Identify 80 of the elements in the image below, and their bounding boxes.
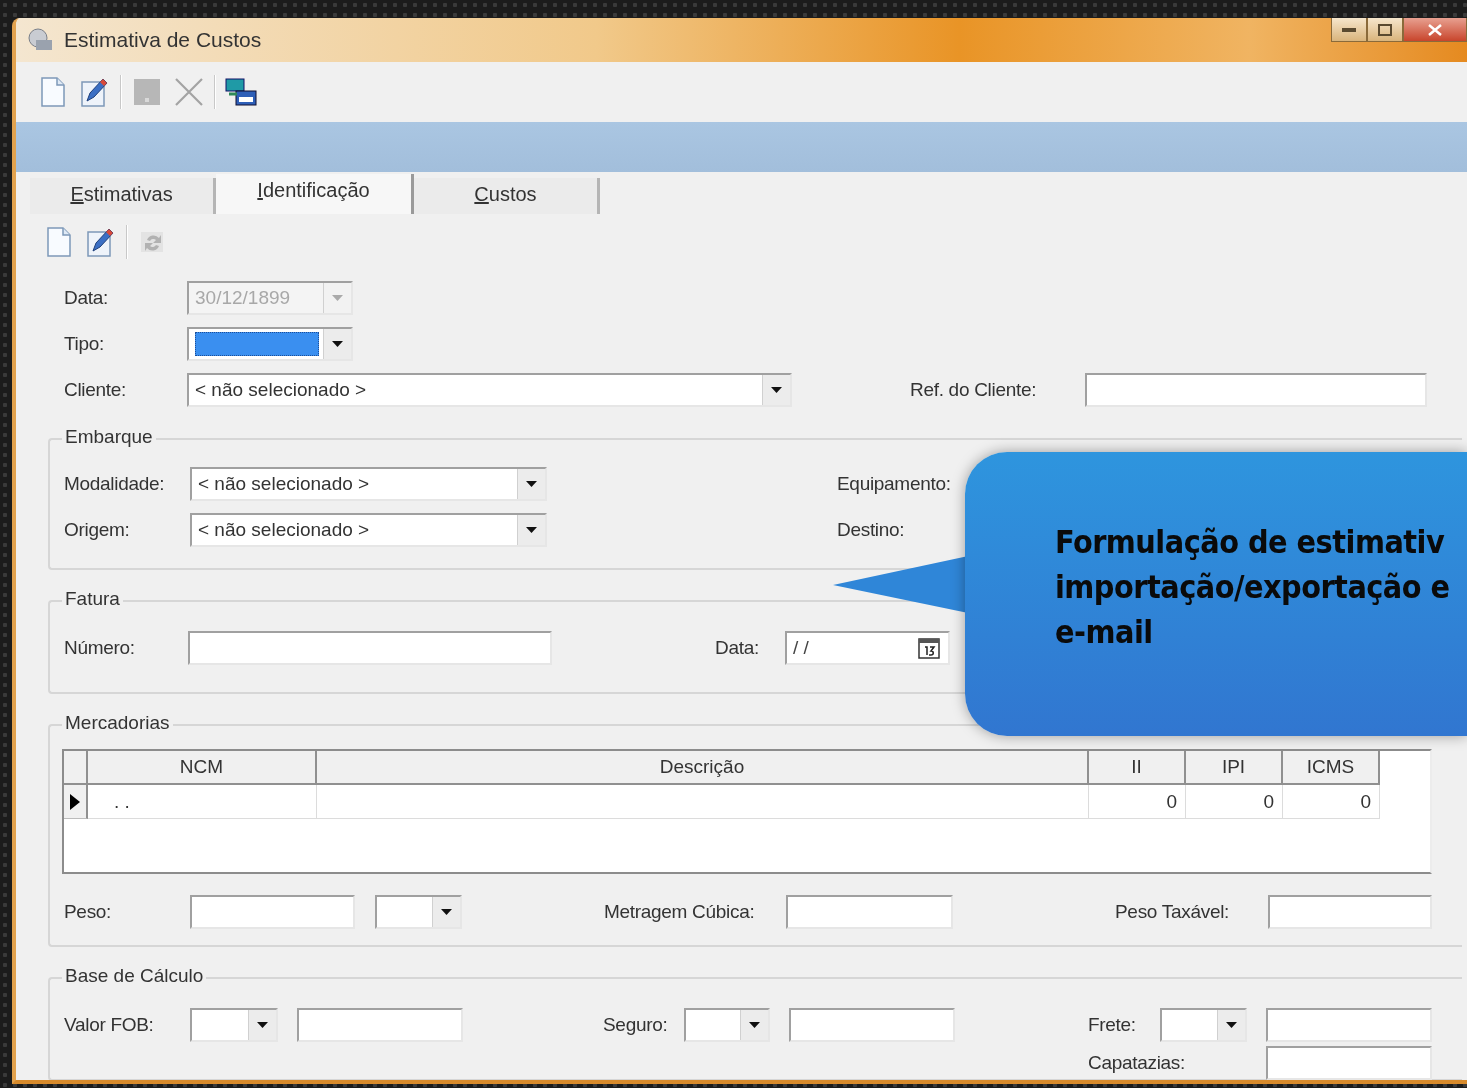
- tab[interactable]: Custos: [414, 178, 600, 214]
- field-label: Frete:: [1088, 1014, 1137, 1036]
- field-label: Peso:: [64, 901, 113, 923]
- input-field[interactable]: [786, 895, 953, 929]
- edit-icon: [87, 227, 115, 257]
- table-cell: . .: [88, 785, 317, 819]
- dropdown-field[interactable]: [187, 327, 353, 361]
- column-header[interactable]: NCM: [88, 751, 317, 785]
- caret-icon: [1226, 1022, 1237, 1028]
- dropdown-button[interactable]: [740, 1010, 768, 1040]
- table-cell: 0: [1089, 785, 1186, 819]
- dropdown-field[interactable]: [190, 1008, 278, 1042]
- column-header[interactable]: Descrição: [317, 751, 1089, 785]
- caret-icon: [441, 909, 452, 915]
- table-cell: 0: [1283, 785, 1380, 819]
- dropdown-field[interactable]: < não selecionado >: [190, 513, 547, 547]
- field-label: Seguro:: [603, 1014, 669, 1036]
- close-button[interactable]: [1403, 18, 1467, 42]
- field-label: Peso Taxável:: [1115, 901, 1231, 923]
- dropdown-button[interactable]: [517, 515, 545, 545]
- minimize-button[interactable]: [1331, 18, 1367, 42]
- maximize-button[interactable]: [1367, 18, 1403, 42]
- input-field[interactable]: [297, 1008, 463, 1042]
- dropdown-button[interactable]: [762, 375, 790, 405]
- field-label: Destino:: [837, 519, 906, 541]
- field-label: Capatazias:: [1088, 1052, 1187, 1074]
- delete-icon: [174, 77, 204, 107]
- field-label: Data:: [64, 287, 109, 309]
- column-header[interactable]: II: [1089, 751, 1186, 785]
- dropdown-field[interactable]: [375, 895, 462, 929]
- input-field[interactable]: [1266, 1046, 1432, 1080]
- dropdown-button[interactable]: [517, 469, 545, 499]
- window-title: Estimativa de Custos: [64, 28, 262, 52]
- dropdown-button[interactable]: [323, 329, 351, 359]
- field-label: Tipo:: [64, 333, 106, 355]
- save-icon: [133, 78, 161, 106]
- dropdown-button[interactable]: [1217, 1010, 1245, 1040]
- input-field[interactable]: [789, 1008, 955, 1042]
- input-field[interactable]: [1268, 895, 1432, 929]
- caret-icon: [771, 387, 782, 393]
- caret-icon: [257, 1022, 268, 1028]
- maximize-icon: [1378, 23, 1392, 36]
- table-cell: 0: [1186, 785, 1283, 819]
- caret-icon: [526, 527, 537, 533]
- minimize-icon: [1342, 27, 1356, 32]
- input-field[interactable]: [188, 631, 552, 665]
- field-label: Número:: [64, 637, 136, 659]
- callout-text: Formulação de estimativ importação/exportação e e-mail: [1055, 522, 1450, 653]
- field-label: Modalidade:: [64, 473, 166, 495]
- input-field[interactable]: [1085, 373, 1427, 407]
- dropdown-button[interactable]: [432, 897, 460, 927]
- dropdown-field[interactable]: [1160, 1008, 1247, 1042]
- caret-icon: [749, 1022, 760, 1028]
- field-label: Metragem Cúbica:: [604, 901, 756, 923]
- field-label: Data:: [715, 637, 760, 659]
- close-icon: [1428, 23, 1442, 36]
- date-field[interactable]: / /: [785, 631, 950, 665]
- document-icon: [41, 77, 65, 107]
- tab[interactable]: Identificação: [216, 174, 414, 214]
- input-field[interactable]: [190, 895, 355, 929]
- field-label: Cliente:: [64, 379, 128, 401]
- caret-icon: [332, 295, 343, 301]
- dropdown-button[interactable]: [248, 1010, 276, 1040]
- field-label: Valor FOB:: [64, 1014, 155, 1036]
- edit-icon: [81, 77, 109, 107]
- document-icon: [47, 227, 71, 257]
- field-label: Ref. do Cliente:: [910, 379, 1038, 401]
- column-header[interactable]: ICMS: [1283, 751, 1380, 785]
- field-label: Equipamento:: [837, 473, 952, 495]
- input-field[interactable]: [1266, 1008, 1432, 1042]
- dropdown-field[interactable]: < não selecionado >: [190, 467, 547, 501]
- caret-icon: [332, 341, 343, 347]
- computers-icon: [225, 77, 257, 107]
- field-label: Origem:: [64, 519, 131, 541]
- tab[interactable]: Estimativas: [30, 178, 216, 214]
- dropdown-field[interactable]: < não selecionado >: [187, 373, 792, 407]
- dropdown-field[interactable]: [684, 1008, 770, 1042]
- caret-icon: [526, 481, 537, 487]
- calendar-icon: [918, 637, 940, 659]
- column-header[interactable]: IPI: [1186, 751, 1283, 785]
